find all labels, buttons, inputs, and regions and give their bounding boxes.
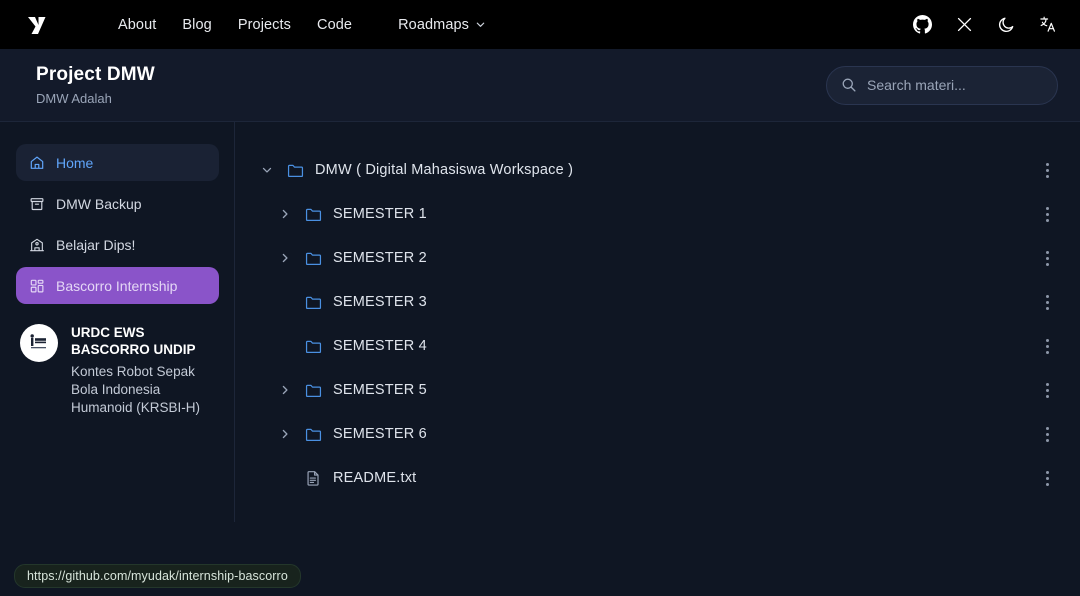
y-logo bbox=[28, 16, 46, 34]
building-icon bbox=[28, 236, 45, 253]
tree-row-label: SEMESTER 2 bbox=[333, 250, 427, 266]
folder-icon bbox=[305, 295, 322, 310]
folder-icon bbox=[287, 163, 304, 178]
sidebar-item-belajar-dips[interactable]: Belajar Dips! bbox=[16, 226, 219, 263]
sidebar-item-label-bascorro-internship: Bascorro Internship bbox=[56, 277, 178, 294]
site-logo[interactable] bbox=[24, 12, 64, 38]
tree-row[interactable]: DMW ( Digital Mahasiswa Workspace ) bbox=[261, 148, 1058, 192]
sidebar-item-label-belajar-dips: Belajar Dips! bbox=[56, 236, 136, 253]
page-subtitle: DMW Adalah bbox=[36, 91, 112, 106]
title-block: Project DMW DMW Adalah bbox=[36, 64, 155, 106]
folder-icon bbox=[305, 427, 322, 442]
x-twitter-icon[interactable] bbox=[954, 15, 974, 35]
more-options-icon[interactable] bbox=[1036, 332, 1058, 360]
tree-row[interactable]: README.txt bbox=[261, 456, 1058, 500]
sidebar-item-home[interactable]: Home bbox=[16, 144, 219, 181]
chevron-right-icon[interactable] bbox=[279, 208, 305, 220]
nav-dropdown-label: Roadmaps bbox=[398, 16, 470, 33]
page-header: Project DMW DMW Adalah Search materi... bbox=[0, 49, 1080, 122]
project-card: URDC EWS BASCORRO UNDIP Kontes Robot Sep… bbox=[16, 310, 219, 417]
archive-icon bbox=[28, 195, 45, 212]
more-options-icon[interactable] bbox=[1036, 156, 1058, 184]
tree-row[interactable]: SEMESTER 4 bbox=[261, 324, 1058, 368]
more-options-icon[interactable] bbox=[1036, 200, 1058, 228]
sidebar-item-label-dmw-backup: DMW Backup bbox=[56, 195, 142, 212]
project-card-description: Kontes Robot Sepak Bola Indonesia Humano… bbox=[71, 363, 201, 416]
nav-link-about[interactable]: About bbox=[118, 17, 156, 33]
status-bar-url: https://github.com/myudak/internship-bas… bbox=[14, 564, 301, 588]
chevron-right-icon[interactable] bbox=[279, 384, 305, 396]
more-options-icon[interactable] bbox=[1036, 464, 1058, 492]
nav-links: About Blog Projects Code Roadmaps bbox=[118, 17, 486, 33]
tree-row-label: SEMESTER 5 bbox=[333, 382, 427, 398]
navbar-icon-group bbox=[912, 15, 1058, 35]
github-icon[interactable] bbox=[912, 15, 932, 35]
folder-icon bbox=[305, 339, 322, 354]
dashboard-grid-icon bbox=[28, 277, 45, 294]
tree-row[interactable]: SEMESTER 5 bbox=[261, 368, 1058, 412]
tree-row-label: DMW ( Digital Mahasiswa Workspace ) bbox=[315, 162, 574, 178]
sidebar-item-bascorro-internship[interactable]: Bascorro Internship bbox=[16, 267, 219, 304]
tree-row-label: SEMESTER 1 bbox=[333, 206, 427, 222]
urdc-ews-avatar bbox=[20, 324, 58, 362]
search-placeholder: Search materi... bbox=[867, 77, 966, 93]
tree-row[interactable]: SEMESTER 6 bbox=[261, 412, 1058, 456]
chevron-down-icon[interactable] bbox=[261, 164, 287, 176]
folder-icon bbox=[305, 383, 322, 398]
tree-row-label: README.txt bbox=[333, 470, 417, 486]
nav-link-projects[interactable]: Projects bbox=[238, 17, 291, 33]
tree-row-label: SEMESTER 4 bbox=[333, 338, 427, 354]
top-navbar: About Blog Projects Code Roadmaps bbox=[0, 0, 1080, 49]
sidebar: Home DMW Backup Belajar Dips! Bascorro I… bbox=[0, 122, 235, 596]
more-options-icon[interactable] bbox=[1036, 420, 1058, 448]
avatar-logo-mark bbox=[30, 334, 46, 349]
main-content: Home DMW Backup Belajar Dips! Bascorro I… bbox=[0, 122, 1080, 596]
nav-dropdown-roadmaps[interactable]: Roadmaps bbox=[398, 17, 486, 33]
project-card-title: URDC EWS BASCORRO UNDIP bbox=[71, 325, 196, 357]
folder-icon bbox=[305, 251, 322, 266]
page-title: Project DMW bbox=[36, 64, 155, 85]
sidebar-item-label-home: Home bbox=[56, 154, 94, 171]
chevron-right-icon[interactable] bbox=[279, 428, 305, 440]
project-card-text: URDC EWS BASCORRO UNDIP Kontes Robot Sep… bbox=[71, 324, 215, 417]
more-options-icon[interactable] bbox=[1036, 376, 1058, 404]
chevron-right-icon[interactable] bbox=[279, 252, 305, 264]
translate-icon[interactable] bbox=[1038, 15, 1058, 35]
moon-icon[interactable] bbox=[996, 15, 1016, 35]
folder-icon bbox=[305, 207, 322, 222]
home-icon bbox=[28, 154, 45, 171]
more-options-icon[interactable] bbox=[1036, 244, 1058, 272]
file-tree: DMW ( Digital Mahasiswa Workspace ) SEME… bbox=[235, 122, 1080, 596]
nav-link-blog[interactable]: Blog bbox=[182, 17, 211, 33]
tree-row[interactable]: SEMESTER 2 bbox=[261, 236, 1058, 280]
tree-row[interactable]: SEMESTER 1 bbox=[261, 192, 1058, 236]
search-input[interactable]: Search materi... bbox=[826, 65, 1058, 105]
chevron-down-icon bbox=[476, 22, 485, 27]
tree-row-label: SEMESTER 3 bbox=[333, 294, 427, 310]
sidebar-item-dmw-backup[interactable]: DMW Backup bbox=[16, 185, 219, 222]
search-icon bbox=[842, 78, 856, 92]
file-icon bbox=[305, 470, 322, 486]
tree-row-label: SEMESTER 6 bbox=[333, 426, 427, 442]
more-options-icon[interactable] bbox=[1036, 288, 1058, 316]
nav-link-code[interactable]: Code bbox=[317, 17, 352, 33]
tree-row[interactable]: SEMESTER 3 bbox=[261, 280, 1058, 324]
